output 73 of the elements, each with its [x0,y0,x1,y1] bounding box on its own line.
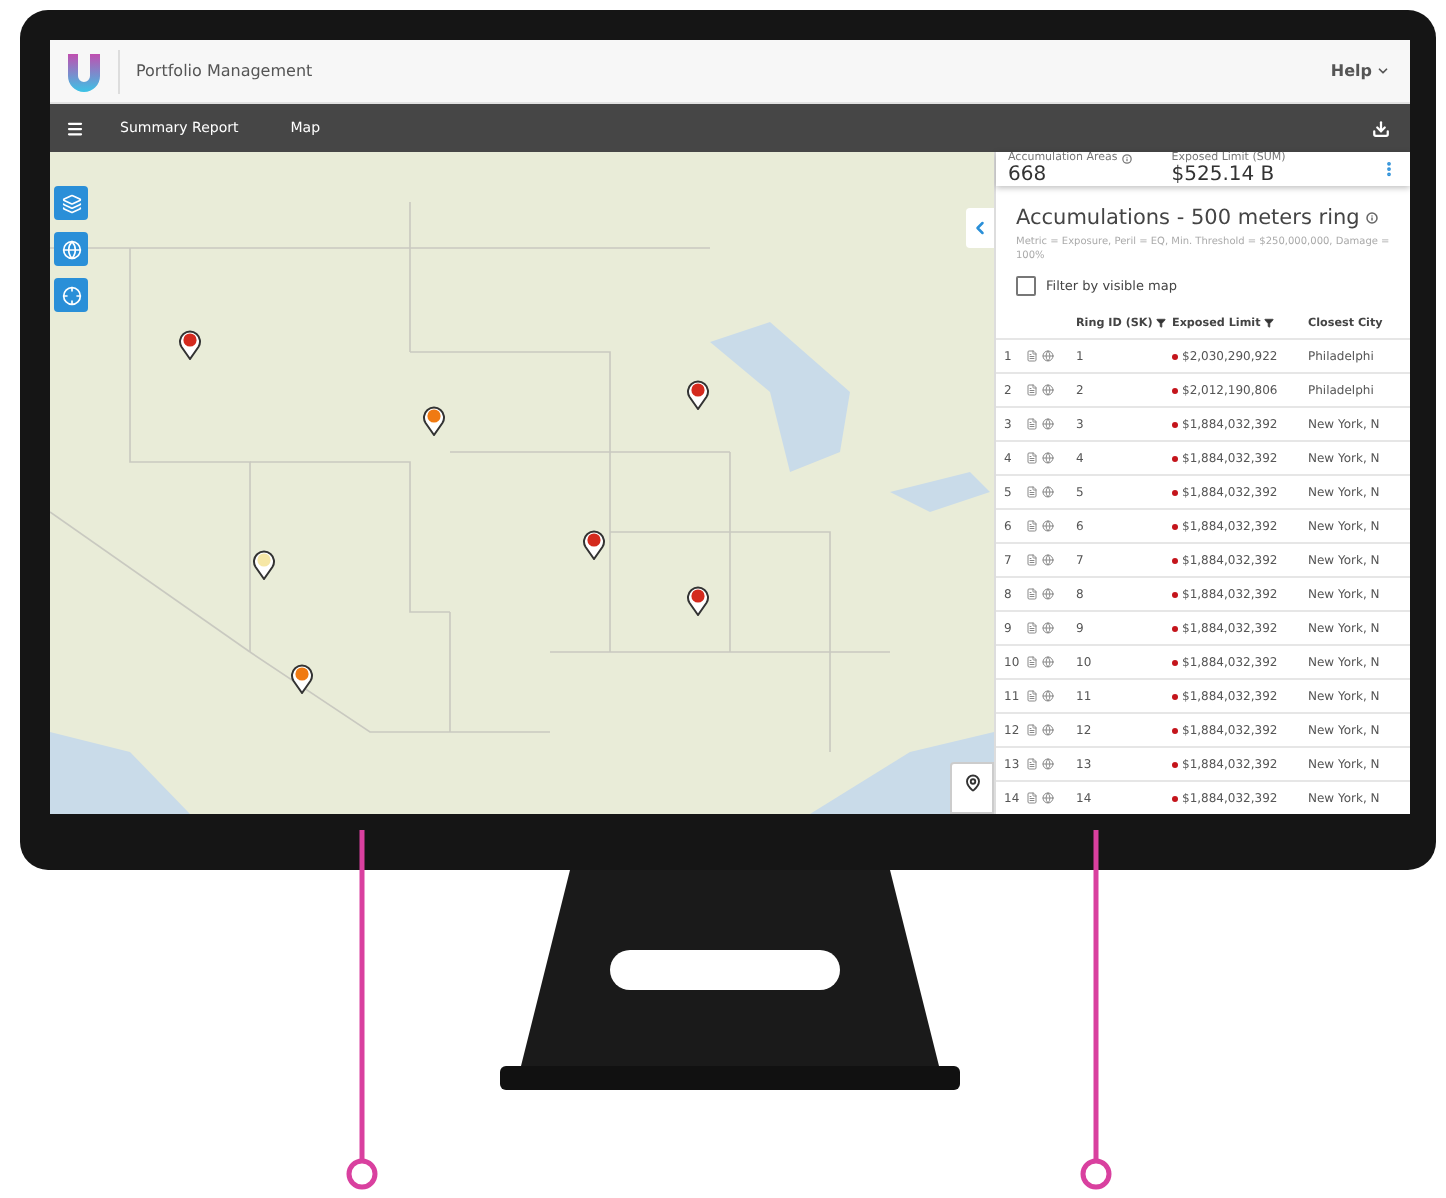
stat-value: 668 [1008,164,1049,186]
document-icon[interactable] [1026,384,1038,396]
document-icon[interactable] [1026,690,1038,702]
app-title: Portfolio Management [136,62,313,80]
document-icon[interactable] [1026,588,1038,600]
logo-icon [66,51,102,91]
globe-icon[interactable] [1042,588,1054,600]
info-icon [1365,212,1378,224]
globe-icon[interactable] [1042,350,1054,362]
status-dot-icon [1172,557,1178,563]
stat-value: $525.14 B [1171,164,1277,186]
menu-icon[interactable] [66,119,84,137]
document-icon[interactable] [1026,486,1038,498]
map-pin-icon[interactable] [686,378,710,410]
document-icon[interactable] [1026,622,1038,634]
status-dot-icon [1172,421,1178,427]
globe-icon[interactable] [1042,656,1054,668]
status-dot-icon [1172,659,1178,665]
map-pin-icon[interactable] [178,328,202,360]
filter-checkbox[interactable] [1016,276,1036,296]
document-icon[interactable] [1026,656,1038,668]
document-icon[interactable] [1026,520,1038,532]
status-dot-icon [1172,761,1178,767]
globe-icon[interactable] [1042,724,1054,736]
map-pin-icon[interactable] [582,528,606,560]
globe-icon[interactable] [1042,690,1054,702]
panel-title: Accumulations - 500 meters ring [1016,206,1360,230]
status-dot-icon [1172,591,1178,597]
caret-icon [1376,64,1390,78]
document-icon[interactable] [1026,350,1038,362]
globe-icon[interactable] [1042,418,1054,430]
filter-icon[interactable] [1264,318,1275,328]
chevron-left-icon [970,218,990,238]
status-dot-icon [1172,489,1178,495]
help-menu[interactable]: Help [1330,62,1390,80]
globe-icon[interactable] [1042,486,1054,498]
globe-button[interactable] [54,232,88,266]
status-dot-icon [1172,727,1178,733]
status-dot-icon [1172,455,1178,461]
globe-icon[interactable] [1042,758,1054,770]
document-icon[interactable] [1026,418,1038,430]
document-icon[interactable] [1026,554,1038,566]
document-icon[interactable] [1026,724,1038,736]
map-pin-icon[interactable] [252,548,276,580]
pin-icon [963,774,981,792]
globe-icon[interactable] [1042,520,1054,532]
download-icon[interactable] [1372,119,1390,137]
filter-icon[interactable] [1156,318,1167,328]
globe-icon[interactable] [1042,622,1054,634]
status-dot-icon [1172,795,1178,801]
document-icon[interactable] [1026,452,1038,464]
status-dot-icon [1172,353,1178,359]
map-pin-icon[interactable] [290,662,314,694]
globe-icon [61,239,81,259]
status-dot-icon [1172,523,1178,529]
globe-icon[interactable] [1042,554,1054,566]
status-dot-icon [1172,387,1178,393]
layers-icon [61,193,81,213]
crosshair-button[interactable] [54,278,88,312]
document-icon[interactable] [1026,758,1038,770]
globe-icon[interactable] [1042,452,1054,464]
status-dot-icon [1172,693,1178,699]
status-dot-icon [1172,625,1178,631]
crosshair-icon [61,285,81,305]
map-pin-icon[interactable] [686,584,710,616]
collapse-button[interactable] [966,208,994,248]
locate-button[interactable] [950,762,994,814]
layers-button[interactable] [54,186,88,220]
document-icon[interactable] [1026,792,1038,804]
globe-icon[interactable] [1042,792,1054,804]
info-icon [1121,153,1132,163]
map-pin-icon[interactable] [422,404,446,436]
globe-icon[interactable] [1042,384,1054,396]
